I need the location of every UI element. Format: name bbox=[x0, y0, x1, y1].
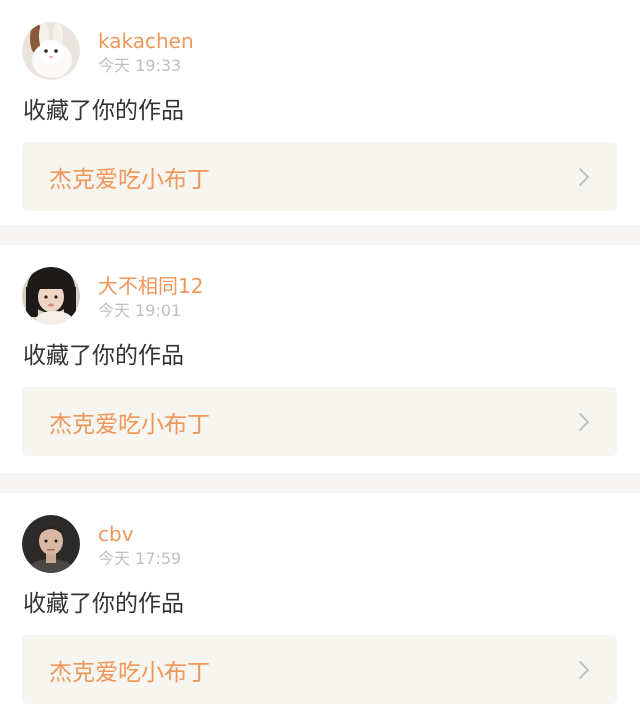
section-divider bbox=[0, 225, 640, 245]
notification-header: 大不相同12 今天 19:01 bbox=[22, 267, 203, 325]
user-meta: kakachen 今天 19:33 bbox=[98, 22, 194, 76]
work-title: 杰克爱吃小布丁 bbox=[49, 166, 210, 193]
user-meta: cbv 今天 17:59 bbox=[98, 515, 181, 569]
action-text: 收藏了你的作品 bbox=[23, 591, 184, 617]
work-title: 杰克爱吃小布丁 bbox=[49, 411, 210, 438]
chevron-right-icon bbox=[579, 660, 589, 679]
notification-feed: kakachen 今天 19:33 收藏了你的作品 杰克爱吃小布丁 大不相同12… bbox=[0, 0, 640, 721]
avatar[interactable] bbox=[22, 515, 80, 573]
timestamp: 今天 17:59 bbox=[98, 549, 182, 568]
timestamp: 今天 19:33 bbox=[98, 56, 182, 75]
username[interactable]: 大不相同12 bbox=[98, 273, 203, 299]
work-card[interactable]: 杰克爱吃小布丁 bbox=[22, 387, 617, 456]
action-text: 收藏了你的作品 bbox=[23, 98, 184, 124]
notification-header: kakachen 今天 19:33 bbox=[22, 22, 194, 80]
username[interactable]: cbv bbox=[98, 521, 181, 547]
avatar[interactable] bbox=[22, 267, 80, 325]
work-card[interactable]: 杰克爱吃小布丁 bbox=[22, 635, 617, 704]
timestamp: 今天 19:01 bbox=[98, 301, 182, 320]
notification-header: cbv 今天 17:59 bbox=[22, 515, 181, 573]
notification-item: 大不相同12 今天 19:01 收藏了你的作品 杰克爱吃小布丁 bbox=[0, 245, 640, 473]
user-meta: 大不相同12 今天 19:01 bbox=[98, 267, 203, 321]
work-title: 杰克爱吃小布丁 bbox=[49, 659, 210, 686]
notification-item: kakachen 今天 19:33 收藏了你的作品 杰克爱吃小布丁 bbox=[0, 0, 640, 225]
chevron-right-icon bbox=[579, 412, 589, 431]
section-divider bbox=[0, 473, 640, 493]
notification-item: cbv 今天 17:59 收藏了你的作品 杰克爱吃小布丁 bbox=[0, 493, 640, 721]
work-card[interactable]: 杰克爱吃小布丁 bbox=[22, 142, 617, 211]
avatar[interactable] bbox=[22, 22, 80, 80]
action-text: 收藏了你的作品 bbox=[23, 343, 184, 369]
username[interactable]: kakachen bbox=[98, 28, 194, 54]
chevron-right-icon bbox=[579, 167, 589, 186]
